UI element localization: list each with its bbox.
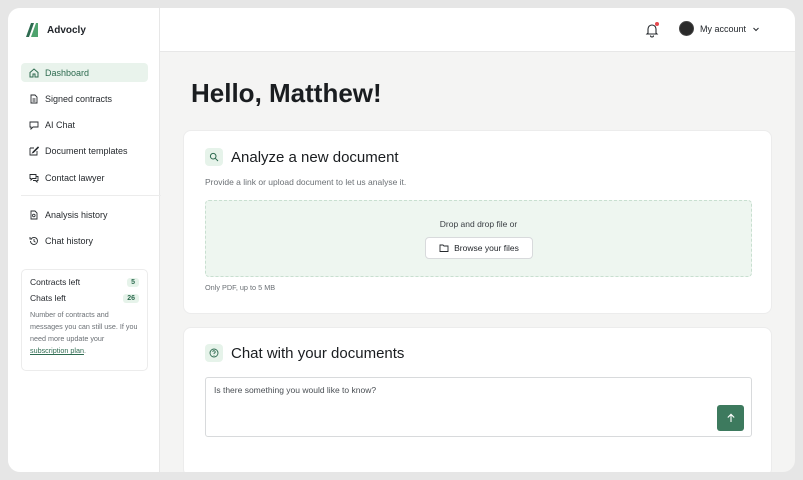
sidebar-item-chat-history[interactable]: Chat history (21, 231, 148, 250)
account-menu[interactable]: My account (679, 21, 760, 36)
browse-files-button[interactable]: Browse your files (425, 237, 533, 259)
secondary-nav: Analysis history Chat history (21, 205, 148, 258)
contracts-left-badge: 5 (127, 277, 139, 287)
sidebar: Advocly Dashboard Signed contracts AI Ch… (8, 8, 161, 472)
document-search-icon (30, 210, 38, 219)
primary-nav: Dashboard Signed contracts AI Chat Docum… (21, 63, 148, 194)
sidebar-item-document-templates[interactable]: Document templates (21, 142, 148, 161)
sidebar-item-label: Contact lawyer (45, 172, 105, 183)
edit-icon (29, 146, 39, 156)
help-circle-icon (205, 344, 223, 362)
analyze-card-subtitle: Provide a link or upload document to let… (205, 177, 407, 187)
send-button[interactable] (717, 405, 744, 431)
sidebar-item-label: Signed contracts (45, 93, 113, 104)
sidebar-item-label: Chat history (45, 235, 94, 246)
chat-bubble-icon (29, 121, 39, 131)
subscription-plan-link[interactable]: subscription plan (30, 346, 84, 355)
quota-note: Number of contracts and messages you can… (30, 309, 139, 357)
quota-note-text: Number of contracts and messages you can… (30, 310, 138, 343)
chat-card-header: Chat with your documents (205, 344, 404, 362)
chat-input[interactable] (214, 385, 694, 395)
home-icon (29, 67, 39, 77)
chats-left-label: Chats left (30, 293, 66, 303)
chats-left-badge: 26 (123, 293, 139, 303)
file-type-hint: Only PDF, up to 5 MB (205, 283, 276, 292)
quota-note-end: . (83, 346, 86, 355)
history-icon (29, 236, 38, 245)
search-icon (205, 148, 223, 166)
page-title: Hello, Matthew! (191, 78, 382, 108)
chat-box (205, 377, 752, 437)
analyze-document-card: Analyze a new document Provide a link or… (183, 130, 772, 314)
account-label: My account (700, 23, 747, 34)
sidebar-item-label: Analysis history (45, 209, 108, 220)
top-bar: My account (160, 8, 795, 52)
contracts-left-label: Contracts left (30, 277, 81, 287)
sidebar-item-analysis-history[interactable]: Analysis history (21, 205, 148, 224)
brand-name: Advocly (47, 24, 86, 36)
document-icon (30, 94, 38, 104)
sidebar-item-label: AI Chat (45, 120, 76, 131)
browse-files-label: Browse your files (454, 243, 519, 253)
brand[interactable]: Advocly (25, 22, 86, 38)
dropzone-text: Drop and drop file or (439, 219, 518, 229)
sidebar-item-signed-contracts[interactable]: Signed contracts (21, 89, 148, 108)
chats-left-row: Chats left 26 (30, 293, 139, 303)
sidebar-item-contact-lawyer[interactable]: Contact lawyer (21, 168, 148, 187)
notification-button[interactable] (645, 22, 659, 38)
contracts-left-row: Contracts left 5 (30, 277, 139, 287)
chat-documents-card: Chat with your documents (183, 327, 772, 472)
sidebar-item-ai-chat[interactable]: AI Chat (21, 116, 148, 135)
app-window: Advocly Dashboard Signed contracts AI Ch… (8, 8, 795, 472)
folder-icon (439, 244, 449, 252)
avatar (679, 21, 694, 36)
notification-dot (655, 22, 659, 26)
main-content: My account Hello, Matthew! Analyze a new… (160, 8, 795, 472)
sidebar-item-label: Dashboard (45, 67, 90, 78)
usage-quota-panel: Contracts left 5 Chats left 26 Number of… (21, 269, 148, 371)
chevron-down-icon (753, 27, 759, 31)
sidebar-item-label: Document templates (45, 146, 128, 157)
arrow-up-icon (726, 413, 735, 422)
file-dropzone[interactable]: Drop and drop file or Browse your files (205, 200, 752, 277)
brand-logo-icon (26, 23, 38, 37)
chat-card-title: Chat with your documents (231, 344, 405, 362)
sidebar-item-dashboard[interactable]: Dashboard (21, 63, 148, 82)
chat-lawyer-icon (29, 173, 39, 183)
analyze-card-header: Analyze a new document (205, 148, 399, 166)
nav-divider (21, 195, 161, 196)
analyze-card-title: Analyze a new document (231, 148, 399, 166)
